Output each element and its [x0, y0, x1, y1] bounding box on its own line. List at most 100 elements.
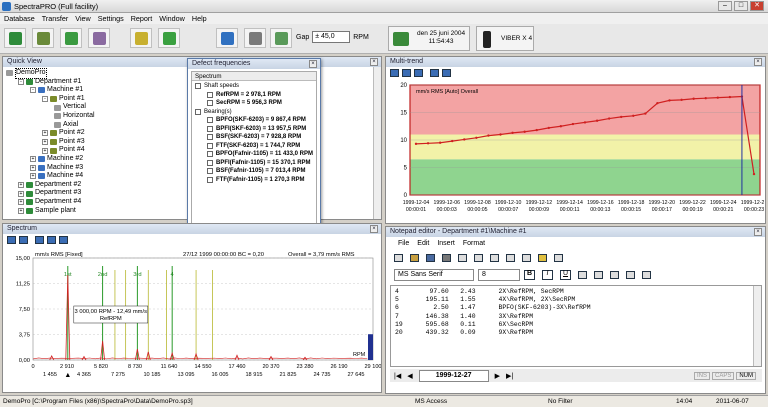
- notes-button[interactable]: [130, 28, 152, 48]
- expand-toggle-icon[interactable]: -: [18, 78, 24, 85]
- close-icon[interactable]: ×: [754, 58, 762, 66]
- checkbox[interactable]: [195, 108, 201, 115]
- table-icon[interactable]: [35, 236, 44, 244]
- expand-toggle-icon[interactable]: +: [18, 182, 24, 189]
- tree-node[interactable]: + Department #4: [6, 198, 95, 207]
- print-icon[interactable]: [442, 254, 451, 262]
- tree-node[interactable]: + Point #4: [6, 146, 95, 155]
- copy-icon[interactable]: [506, 254, 515, 262]
- menu-database[interactable]: Database: [4, 13, 35, 24]
- tree-node[interactable]: + Machine #3: [6, 164, 95, 173]
- close-icon[interactable]: ×: [370, 58, 378, 66]
- defect-item[interactable]: BSF(SKF-6203) = 7 928,8 RPM: [195, 133, 313, 142]
- checkbox[interactable]: [207, 168, 213, 175]
- close-icon[interactable]: ×: [370, 225, 378, 233]
- last-record-button[interactable]: ▶|: [506, 372, 513, 380]
- defect-item[interactable]: BSF(Fafnir-1105) = 7 013,4 RPM: [195, 167, 313, 176]
- instrument-display[interactable]: VIBER X 4: [476, 26, 534, 51]
- expand-toggle-icon[interactable]: +: [30, 156, 36, 163]
- tree-node[interactable]: - Department #1: [6, 78, 95, 87]
- tree-node[interactable]: + Department #3: [6, 189, 95, 198]
- checkbox[interactable]: [207, 159, 213, 166]
- grid-icon[interactable]: [430, 69, 439, 77]
- font-select[interactable]: MS Sans Serif: [394, 269, 474, 281]
- expand-toggle-icon[interactable]: -: [30, 87, 36, 94]
- transfer-button[interactable]: [4, 28, 26, 48]
- menu-file[interactable]: File: [398, 240, 409, 247]
- expand-toggle-icon[interactable]: +: [42, 139, 48, 146]
- record-date[interactable]: 1999-12-27: [418, 369, 489, 382]
- align-left-icon[interactable]: [594, 271, 603, 279]
- menu-view[interactable]: View: [75, 13, 90, 24]
- settings-button[interactable]: [88, 28, 110, 48]
- defect-item[interactable]: FTF(SKF-6203) = 1 744,7 RPM: [195, 142, 313, 151]
- expand-toggle-icon[interactable]: +: [30, 164, 36, 171]
- zoom-icon[interactable]: [19, 236, 28, 244]
- export-button[interactable]: [244, 28, 266, 48]
- bullets-icon[interactable]: [642, 271, 651, 279]
- search-button[interactable]: [270, 28, 292, 48]
- next-record-button[interactable]: ▶: [495, 372, 500, 380]
- run-button[interactable]: [158, 28, 180, 48]
- defect-item[interactable]: FTF(Fafnir-1105) = 1 270,3 RPM: [195, 176, 313, 185]
- smiley-icon[interactable]: [538, 254, 547, 262]
- vertical-scrollbar[interactable]: [373, 67, 381, 219]
- expand-toggle-icon[interactable]: +: [18, 207, 24, 214]
- vertical-scrollbar[interactable]: [753, 286, 761, 366]
- checkbox[interactable]: [207, 100, 213, 107]
- checkbox[interactable]: [207, 91, 213, 98]
- paste-icon[interactable]: [522, 254, 531, 262]
- defect-item[interactable]: RefRPM = 2 978,1 RPM: [195, 91, 313, 100]
- instrument-button[interactable]: [32, 28, 54, 48]
- defect-group[interactable]: Bearing(s): [195, 108, 313, 117]
- clear-icon[interactable]: [442, 69, 451, 77]
- defect-item[interactable]: BPFO(Fafnir-1105) = 11 433,0 RPM: [195, 150, 313, 159]
- color-icon[interactable]: [578, 271, 587, 279]
- checkbox[interactable]: [207, 134, 213, 141]
- first-record-button[interactable]: |◀: [394, 372, 401, 380]
- checkbox[interactable]: [207, 125, 213, 132]
- checkbox[interactable]: [207, 142, 213, 149]
- expand-toggle-icon[interactable]: +: [18, 199, 24, 206]
- tree-node[interactable]: Horizontal: [6, 112, 95, 121]
- expand-toggle-icon[interactable]: -: [42, 96, 48, 103]
- redo-icon[interactable]: [474, 254, 483, 262]
- menu-edit[interactable]: Edit: [417, 240, 429, 247]
- checkbox[interactable]: [207, 117, 213, 124]
- size-select[interactable]: 8: [478, 269, 520, 281]
- spectrum-chart-icon[interactable]: [7, 236, 16, 244]
- menu-transfer[interactable]: Transfer: [42, 13, 69, 24]
- tree-node[interactable]: + Machine #2: [6, 155, 95, 164]
- save-icon[interactable]: [426, 254, 435, 262]
- expand-toggle-icon[interactable]: +: [42, 130, 48, 137]
- cursor-icon[interactable]: [59, 236, 68, 244]
- tree-node[interactable]: + Sample plant: [6, 207, 95, 216]
- minimize-button[interactable]: –: [718, 1, 732, 11]
- cut-icon[interactable]: [490, 254, 499, 262]
- zoom-icon[interactable]: [402, 69, 411, 77]
- open-icon[interactable]: [410, 254, 419, 262]
- trend-chart[interactable]: 0 5 10 15 20 mm/s RMS [Auto] Overall 1999-12-0…: [388, 81, 764, 223]
- expand-toggle-icon[interactable]: +: [42, 147, 48, 154]
- defect-item[interactable]: BPFI(SKF-6203) = 13 957,5 RPM: [195, 125, 313, 134]
- notepad-text-area[interactable]: 4 97.60 2.43 2X\RefRPM, SecRPM 5 195.11 1…: [390, 285, 762, 367]
- defect-item[interactable]: SecRPM = 5 956,3 RPM: [195, 99, 313, 108]
- underline-button[interactable]: U: [560, 270, 571, 280]
- clock-icon[interactable]: [554, 254, 563, 262]
- menu-window[interactable]: Window: [159, 13, 185, 24]
- align-center-icon[interactable]: [610, 271, 619, 279]
- close-icon[interactable]: ×: [309, 60, 317, 68]
- close-icon[interactable]: ×: [754, 228, 762, 236]
- spectrum-chart[interactable]: mm/s RMS [Fixed] 27/12 1999 00:00:00 BC = …: [5, 248, 381, 392]
- chart-type-icon[interactable]: [47, 236, 56, 244]
- menu-help[interactable]: Help: [192, 13, 207, 24]
- defect-item[interactable]: BPFI(Fafnir-1105) = 15 370,1 RPM: [195, 159, 313, 168]
- expand-toggle-icon[interactable]: +: [30, 173, 36, 180]
- checkbox[interactable]: [207, 151, 213, 158]
- close-button[interactable]: ✕: [750, 1, 764, 11]
- checkbox[interactable]: [195, 83, 201, 90]
- prev-record-button[interactable]: ◀: [407, 372, 412, 380]
- trend-chart-icon[interactable]: [390, 69, 399, 77]
- italic-button[interactable]: I: [542, 270, 553, 280]
- checkbox[interactable]: [207, 176, 213, 183]
